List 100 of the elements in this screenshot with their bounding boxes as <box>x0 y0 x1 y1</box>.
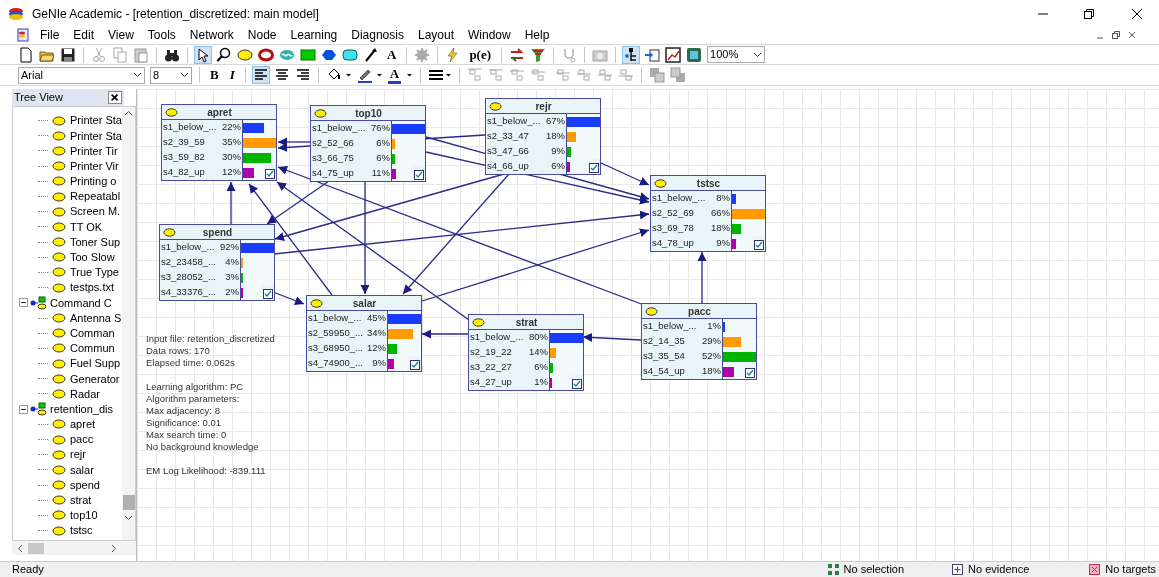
checkbox[interactable] <box>589 163 599 173</box>
menu-item[interactable]: Network <box>189 26 234 44</box>
tree-item[interactable]: Too Slow <box>70 249 115 266</box>
checkbox[interactable] <box>410 360 420 370</box>
tree-item[interactable]: Repeatabl <box>70 188 121 205</box>
checkbox[interactable] <box>745 368 755 378</box>
checkbox[interactable] <box>263 289 273 299</box>
chevron-left-icon[interactable] <box>16 543 24 553</box>
menu-item[interactable]: Node <box>247 26 277 44</box>
node-card[interactable]: salar s1_below_... 45% s2_59950_... 34% s3_68950_... 12% s4_74900_... 9% <box>306 295 422 372</box>
tree-item[interactable]: Radar <box>70 385 100 403</box>
align-center-icon[interactable] <box>273 67 290 83</box>
tree-item[interactable]: top10 <box>70 507 98 524</box>
tree-item[interactable]: Fuel Supp <box>70 355 121 372</box>
menu-item[interactable]: Layout <box>417 26 454 44</box>
menu-item[interactable]: File <box>40 26 60 44</box>
scrollbar-thumb[interactable] <box>122 495 135 510</box>
ellipse-icon[interactable] <box>237 46 253 63</box>
graph-canvas[interactable] <box>137 89 1159 561</box>
tree-item[interactable]: Commun <box>70 340 115 357</box>
close-icon[interactable] <box>1131 7 1143 20</box>
collapse-icon[interactable] <box>19 404 28 414</box>
tree-item[interactable]: Generator <box>70 370 120 388</box>
scrollbar[interactable] <box>12 541 136 555</box>
tree-item[interactable]: True Type <box>70 264 119 281</box>
node-card[interactable]: tstsc s1_below_... 8% s2_52_69 66% s3_69_78 18% s4_78_up 9% <box>650 175 766 252</box>
menu-item[interactable]: View <box>108 26 134 44</box>
zoom-dropdown[interactable]: 100% <box>707 46 766 63</box>
tree-item[interactable]: Printer Sta <box>70 127 122 145</box>
tree-item[interactable]: Printer Tir <box>70 142 118 160</box>
align-left-icon[interactable] <box>252 67 269 83</box>
menu-item[interactable]: Tools <box>147 26 176 44</box>
new-file-icon[interactable] <box>18 46 34 63</box>
menu-item[interactable]: Edit <box>73 26 95 44</box>
probability-button[interactable]: p(e) <box>466 46 495 63</box>
tree-item[interactable]: testps.txt <box>70 279 115 296</box>
node-card[interactable]: pacc s1_below_... 1% s2_14_35 29% s3_35_54 52% s4_54_up 18% <box>641 303 757 380</box>
collapse-icon[interactable] <box>19 298 28 308</box>
checkbox[interactable] <box>265 169 275 179</box>
tree-layout-icon[interactable] <box>623 46 640 63</box>
state-percent: 1% <box>706 319 721 334</box>
tree-item[interactable]: pacc <box>70 431 94 448</box>
italic-button[interactable]: I <box>226 66 238 84</box>
font-color-button[interactable]: A <box>387 66 402 84</box>
menu-item[interactable]: Window <box>468 26 511 44</box>
menu-item[interactable]: Learning <box>290 26 338 44</box>
funnel-icon[interactable] <box>530 46 547 63</box>
tree-item[interactable]: Command C <box>50 294 112 312</box>
font-size-dropdown[interactable]: 8 <box>150 66 192 84</box>
node-card[interactable]: strat s1_below_... 80% s2_19_22 14% s3_22_27 6% s4_27_up 1% <box>468 314 584 391</box>
arrow-document-icon[interactable] <box>644 46 661 63</box>
tree-item[interactable]: Toner Sup <box>70 233 121 251</box>
tree-item[interactable]: TT OK <box>70 218 103 236</box>
close-icon[interactable] <box>1127 30 1137 40</box>
zoom-icon[interactable] <box>216 46 232 63</box>
tree-item[interactable]: Printing o <box>70 173 117 190</box>
tree-item[interactable]: salar <box>70 461 94 479</box>
chart-window-icon[interactable] <box>665 46 682 63</box>
state-percent: 22% <box>221 120 241 135</box>
tree-item[interactable]: Antenna S <box>70 309 122 327</box>
ring-icon[interactable] <box>258 46 274 63</box>
tree-item[interactable]: spend <box>70 476 100 494</box>
rounded-rect-icon[interactable] <box>342 46 358 63</box>
node-card[interactable]: spend s1_below_... 92% s2_23458_... 4% s3_28052_... 3% s4_33376_... 2% <box>159 224 275 301</box>
chevron-up-icon[interactable] <box>124 109 133 117</box>
node-card[interactable]: top10 s1_below_... 76% s2_52_66 6% s3_66_75 6% s4_75_up 11% <box>310 105 426 182</box>
tree-item[interactable]: tstsc <box>70 522 93 539</box>
checkbox[interactable] <box>754 240 764 250</box>
document-icon[interactable] <box>16 28 30 42</box>
bold-button[interactable]: B <box>207 66 222 84</box>
line-style-icon[interactable] <box>428 67 453 83</box>
save-icon[interactable] <box>60 46 76 63</box>
checkbox[interactable] <box>414 170 424 180</box>
menu-item[interactable]: Help <box>524 26 550 44</box>
text-tool-button[interactable]: A <box>384 46 400 63</box>
scrollbar-thumb[interactable] <box>28 542 44 554</box>
tree-item[interactable]: Printer Vir <box>70 157 119 175</box>
menu-item[interactable]: Diagnosis <box>351 26 404 44</box>
tree-item[interactable]: retention_dis <box>50 400 113 418</box>
restore-icon[interactable] <box>1083 7 1095 20</box>
tree-item[interactable]: Printer Sta <box>70 112 122 129</box>
node-card[interactable]: rejr s1_below_... 67% s2_33_47 18% s3_47_66 9% s4_66_up 6% <box>485 98 601 175</box>
restore-icon[interactable] <box>1111 30 1121 40</box>
node-card[interactable]: apret s1_below_... 22% s2_39_59 35% s3_59_82 30% s4_82_up 12% <box>161 104 277 181</box>
font-dropdown[interactable]: Arial <box>18 66 145 84</box>
chevron-right-icon[interactable] <box>110 543 118 553</box>
tree-item[interactable]: Comman <box>70 324 115 342</box>
window-title: GeNIe Academic - [retention_discretized: main model] <box>32 5 319 23</box>
close-icon[interactable] <box>108 91 122 104</box>
tree-item[interactable]: rejr <box>70 446 86 463</box>
swap-arrows-icon[interactable] <box>509 46 526 63</box>
checkbox[interactable] <box>572 379 582 389</box>
pointer-icon[interactable] <box>195 46 211 63</box>
tree-item[interactable]: strat <box>70 492 92 509</box>
scrollbar[interactable] <box>122 107 135 540</box>
align-right-icon[interactable] <box>294 67 311 83</box>
pen-color-icon[interactable] <box>356 67 383 83</box>
chevron-down-icon[interactable] <box>124 514 133 522</box>
tree-item[interactable]: Screen M. <box>70 203 121 220</box>
tree-item[interactable]: apret <box>70 416 96 433</box>
